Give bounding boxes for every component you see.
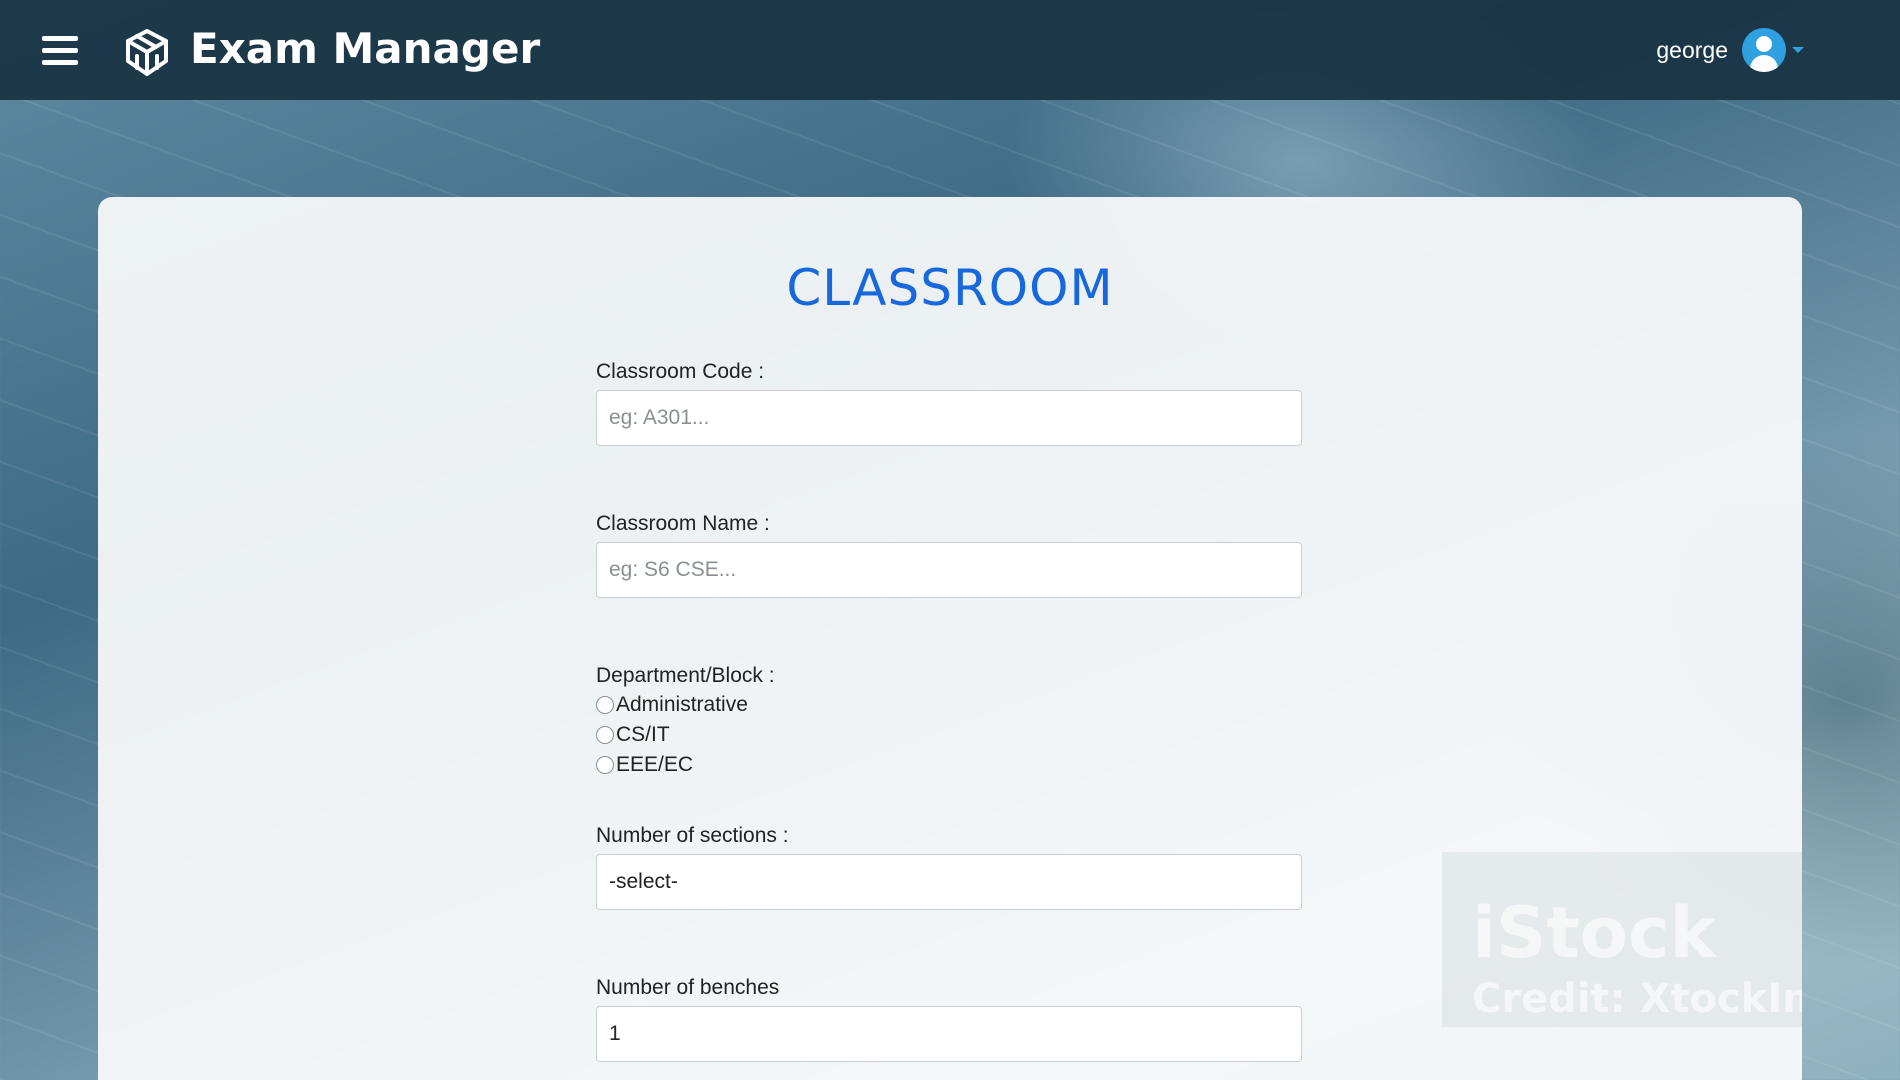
department-label: Department/Block :	[596, 664, 775, 687]
department-radio-administrative[interactable]: Administrative	[596, 693, 748, 717]
radio-label: Administrative	[616, 693, 748, 716]
username[interactable]: george	[1656, 37, 1728, 64]
top-navbar: Exam Manager george	[0, 0, 1900, 100]
classroom-form-card: iStock Credit: XtockIm CLASSROOM Classro…	[98, 197, 1802, 1080]
sections-select[interactable]: -select-	[596, 854, 1302, 910]
department-radio-eee-ec[interactable]: EEE/EC	[596, 753, 693, 777]
hamburger-menu-icon[interactable]	[42, 36, 78, 66]
user-menu[interactable]: george	[1656, 28, 1804, 72]
benches-label: Number of benches	[596, 976, 780, 999]
classroom-name-label: Classroom Name :	[596, 512, 770, 535]
classroom-code-input[interactable]	[596, 390, 1302, 446]
page-title: CLASSROOM	[786, 259, 1114, 317]
radio-button[interactable]	[596, 696, 614, 714]
cube-logo-icon	[126, 29, 168, 76]
istock-watermark: iStock Credit: XtockIm	[1442, 852, 1802, 1027]
department-radio-cs-it[interactable]: CS/IT	[596, 723, 670, 747]
radio-button[interactable]	[596, 756, 614, 774]
caret-down-icon[interactable]	[1792, 47, 1804, 53]
classroom-code-label: Classroom Code :	[596, 360, 765, 383]
sections-selected-value: -select-	[609, 870, 678, 893]
user-avatar-icon[interactable]	[1742, 28, 1786, 72]
sections-label: Number of sections :	[596, 824, 789, 847]
watermark-brand: iStock	[1472, 892, 1717, 974]
radio-button[interactable]	[596, 726, 614, 744]
app-title[interactable]: Exam Manager	[190, 24, 540, 73]
classroom-name-input[interactable]	[596, 542, 1302, 598]
benches-input[interactable]	[596, 1006, 1302, 1062]
radio-label: CS/IT	[616, 723, 670, 746]
radio-label: EEE/EC	[616, 753, 694, 776]
watermark-credit: Credit: XtockIm	[1472, 976, 1802, 1022]
